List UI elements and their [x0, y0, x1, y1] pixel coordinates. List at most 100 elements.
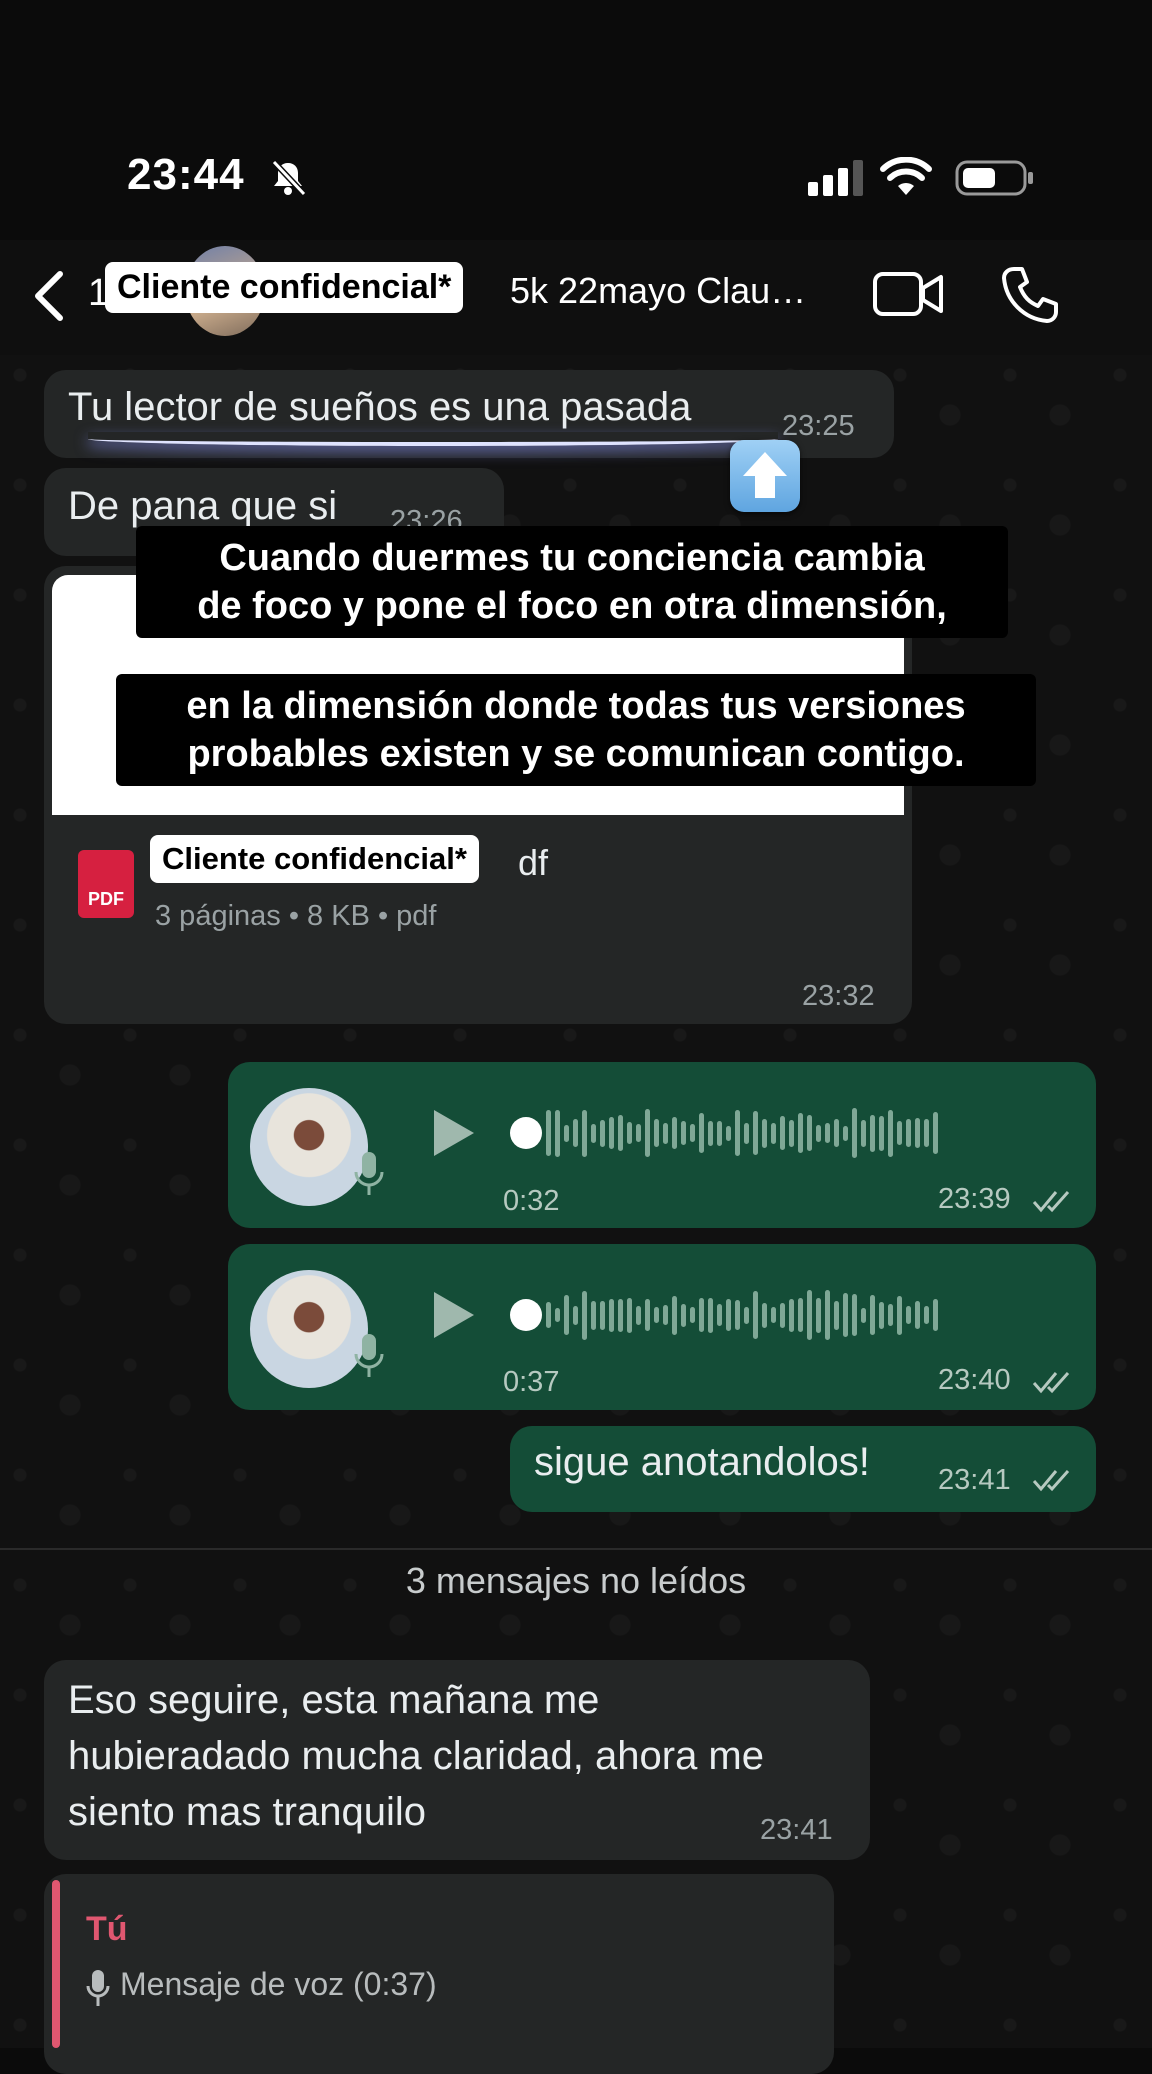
video-caption: en la dimensión donde todas tus versione… — [116, 674, 1036, 786]
waveform-bar — [852, 1294, 857, 1336]
back-chevron-icon[interactable] — [30, 270, 66, 322]
video-call-icon[interactable] — [872, 268, 944, 320]
waveform-bar — [825, 1123, 830, 1143]
pdf-file-icon: PDF — [78, 850, 134, 918]
waveform-bar — [762, 1118, 767, 1148]
waveform-bar — [546, 1302, 551, 1328]
waveform-bar — [699, 1298, 704, 1332]
waveform-bar — [600, 1119, 605, 1147]
playback-position-dot[interactable] — [510, 1299, 542, 1331]
voice-duration: 0:37 — [503, 1366, 560, 1398]
waveform-bar — [843, 1125, 848, 1141]
waveform-bar — [699, 1113, 704, 1153]
waveform-bar — [717, 1304, 722, 1326]
voice-duration: 0:32 — [503, 1185, 560, 1217]
waveform-bar — [573, 1119, 578, 1147]
message-text: Tu lector de sueños es una pasada — [68, 385, 692, 429]
waveform-bar — [609, 1298, 614, 1332]
audio-waveform[interactable] — [546, 1285, 938, 1345]
waveform-bar — [762, 1302, 767, 1328]
read-receipt-icon — [1032, 1470, 1070, 1492]
waveform-bar — [663, 1305, 668, 1325]
sender-avatar — [250, 1088, 368, 1206]
waveform-bar — [663, 1122, 668, 1144]
message-time: 23:41 — [760, 1814, 833, 1846]
read-receipt-icon — [1032, 1372, 1070, 1394]
chat-title[interactable]: 5k 22mayo Clau… — [510, 270, 806, 312]
waveform-bar — [780, 1302, 785, 1328]
waveform-bar — [582, 1109, 587, 1157]
waveform-bar — [834, 1119, 839, 1147]
waveform-bar — [717, 1120, 722, 1146]
message-text-line: Eso seguire, esta mañana me — [68, 1678, 600, 1722]
message-time: 23:40 — [938, 1364, 1011, 1396]
waveform-bar — [771, 1122, 776, 1144]
waveform-bar — [888, 1109, 893, 1157]
caption-line: probables existen y se comunican contigo… — [187, 733, 965, 775]
document-meta: 3 páginas • 8 KB • pdf — [155, 900, 437, 932]
waveform-bar — [807, 1115, 812, 1151]
play-icon[interactable] — [430, 1108, 476, 1158]
waveform-bar — [582, 1290, 587, 1340]
audio-waveform[interactable] — [546, 1103, 938, 1163]
caption-line: en la dimensión donde todas tus versione… — [186, 685, 966, 727]
waveform-bar — [609, 1117, 614, 1149]
phone-call-icon[interactable] — [1000, 265, 1060, 325]
waveform-bar — [816, 1297, 821, 1333]
battery-icon — [955, 160, 1033, 196]
waveform-bar — [798, 1298, 803, 1332]
signal-icon — [808, 160, 863, 196]
unread-messages-divider: 3 mensajes no leídos — [405, 1560, 747, 1601]
waveform-bar — [870, 1295, 875, 1335]
waveform-bar — [735, 1300, 740, 1330]
waveform-bar — [897, 1295, 902, 1335]
waveform-bar — [897, 1121, 902, 1145]
waveform-bar — [627, 1297, 632, 1333]
quoted-author: Tú — [86, 1910, 128, 1948]
playback-position-dot[interactable] — [510, 1117, 542, 1149]
waveform-bar — [618, 1115, 623, 1151]
waveform-bar — [690, 1124, 695, 1142]
waveform-bar — [834, 1300, 839, 1330]
waveform-bar — [564, 1295, 569, 1335]
unread-divider-line — [0, 1548, 1152, 1550]
waveform-bar — [843, 1293, 848, 1337]
waveform-bar — [681, 1121, 686, 1145]
waveform-bar — [879, 1115, 884, 1151]
microphone-icon — [354, 1334, 384, 1377]
waveform-bar — [636, 1124, 641, 1142]
waveform-bar — [933, 1299, 938, 1331]
status-time: 23:44 — [127, 150, 245, 199]
message-text: sigue anotandolos! — [534, 1440, 870, 1484]
waveform-bar — [735, 1110, 740, 1156]
waveform-bar — [888, 1304, 893, 1326]
waveform-bar — [618, 1298, 623, 1332]
up-arrow-icon — [730, 440, 800, 512]
waveform-bar — [906, 1306, 911, 1324]
waveform-bar — [789, 1119, 794, 1147]
microphone-icon — [86, 1970, 110, 2006]
waveform-bar — [708, 1297, 713, 1333]
waveform-bar — [690, 1307, 695, 1323]
waveform-bar — [645, 1299, 650, 1331]
message-text-line: hubieradado mucha claridad, ahora me — [68, 1734, 764, 1778]
quote-accent-bar — [52, 1880, 60, 2048]
waveform-bar — [555, 1308, 560, 1322]
waveform-bar — [708, 1120, 713, 1146]
waveform-bar — [861, 1119, 866, 1147]
waveform-bar — [753, 1111, 758, 1155]
waveform-bar — [753, 1291, 758, 1339]
waveform-bar — [879, 1301, 884, 1329]
waveform-bar — [744, 1306, 749, 1324]
waveform-bar — [915, 1301, 920, 1329]
waveform-bar — [600, 1300, 605, 1330]
waveform-bar — [654, 1307, 659, 1323]
message-text: De pana que si — [68, 484, 338, 528]
play-icon[interactable] — [430, 1290, 476, 1340]
waveform-bar — [825, 1290, 830, 1340]
message-time: 23:39 — [938, 1183, 1011, 1215]
waveform-bar — [861, 1307, 866, 1323]
waveform-bar — [573, 1305, 578, 1325]
read-receipt-icon — [1032, 1191, 1070, 1213]
waveform-bar — [816, 1124, 821, 1142]
